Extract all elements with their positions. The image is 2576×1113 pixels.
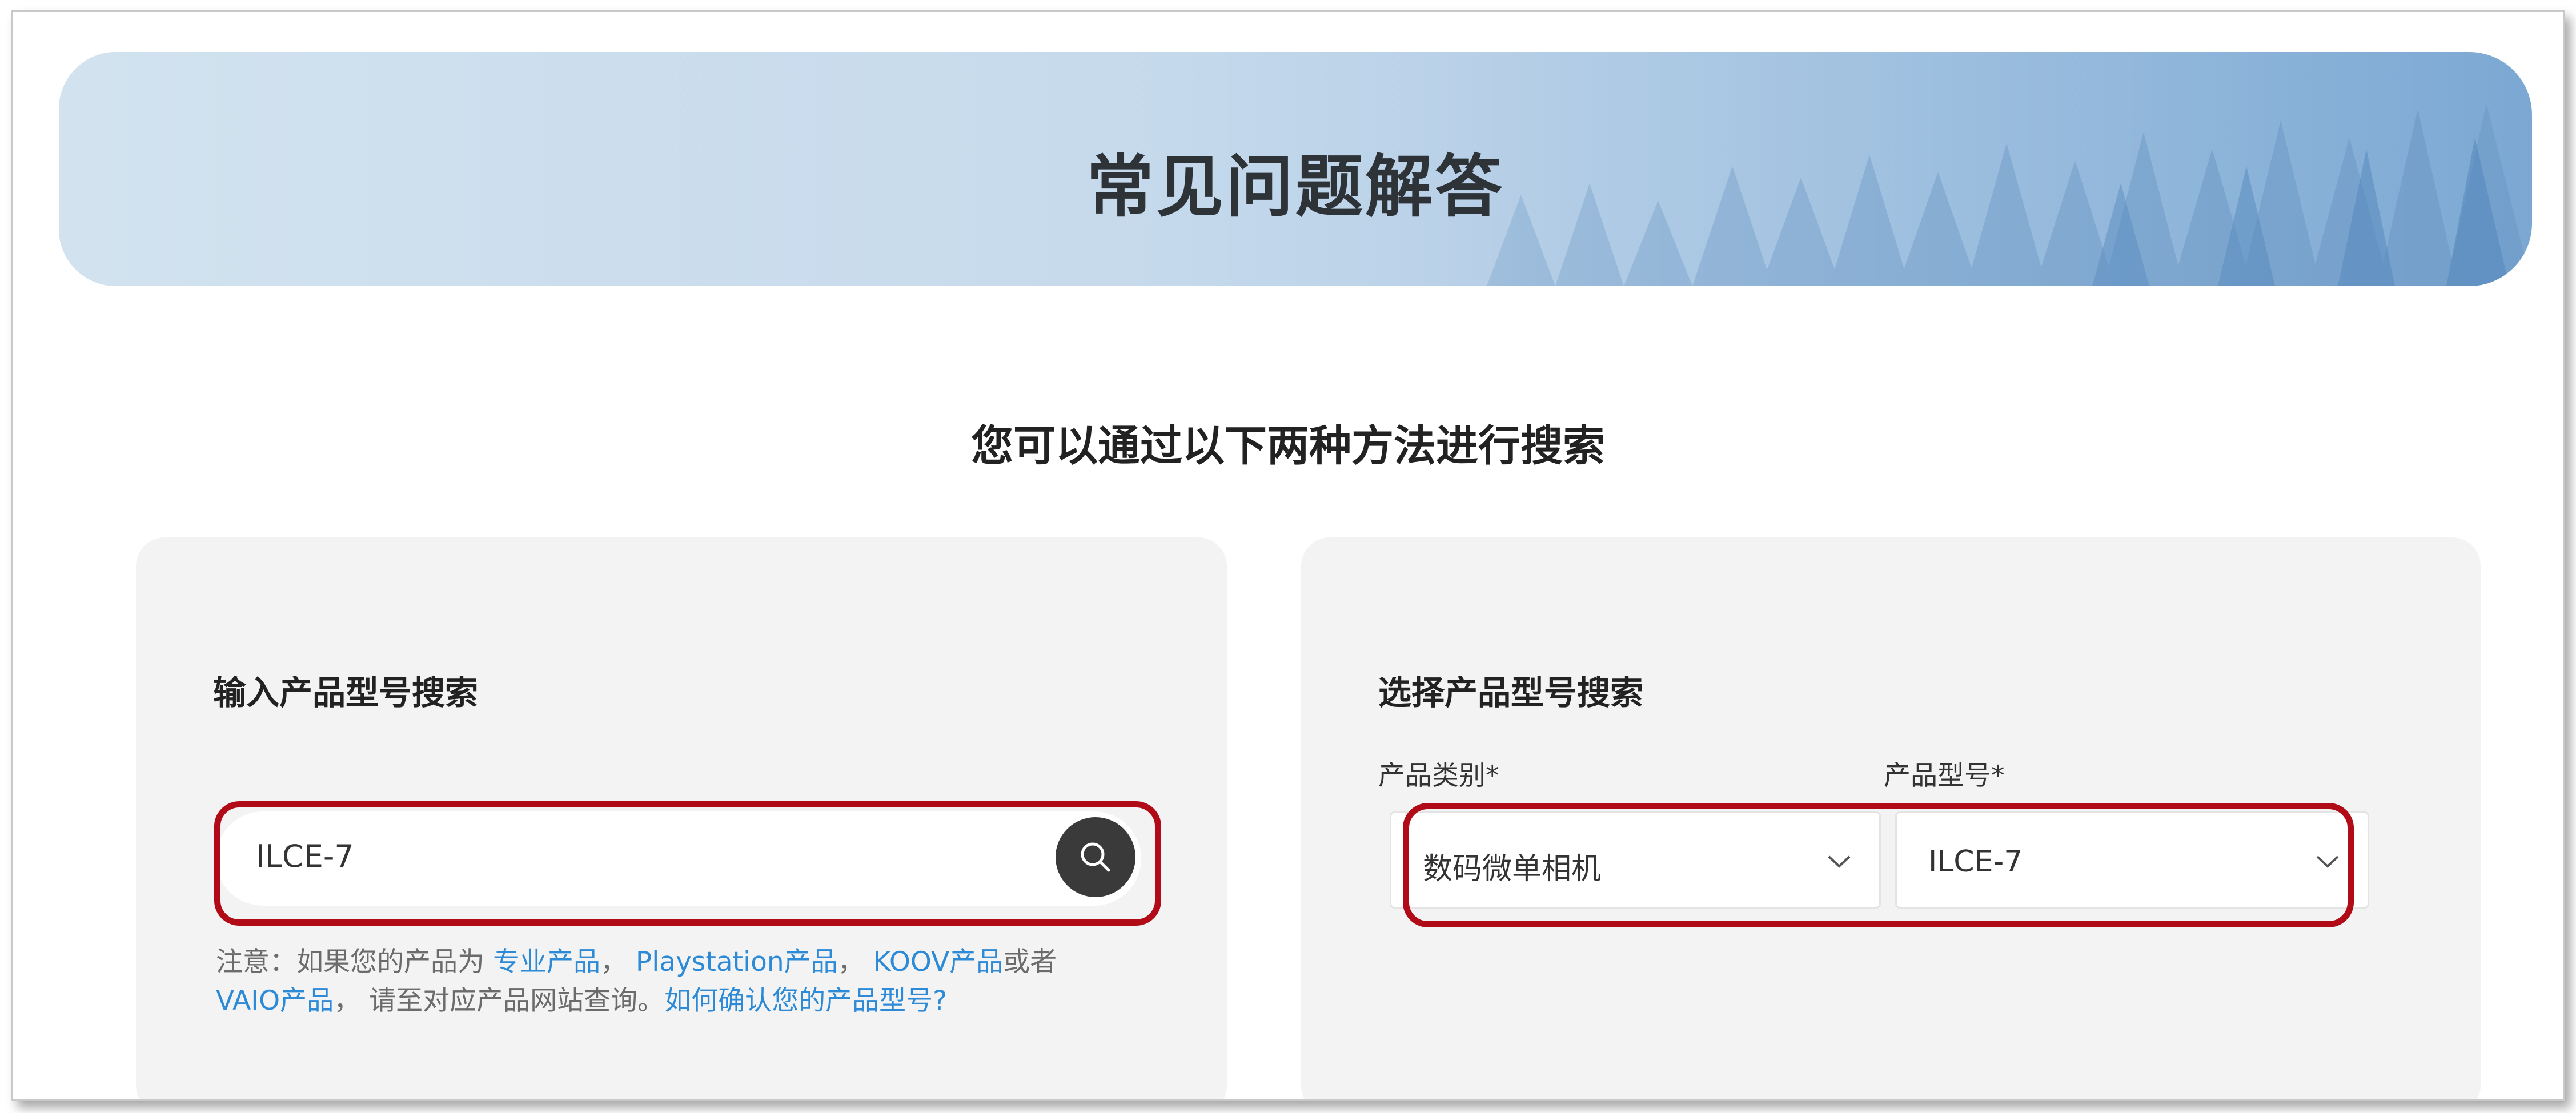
product-note: 注意：如果您的产品为 专业产品， Playstation产品， KOOV产品或者… (216, 943, 1158, 1020)
model-select-search-card: 选择产品型号搜索 产品类别* 产品型号* 数码微单相机 ILCE-7 (1301, 537, 2481, 1099)
note-prefix: 注意：如果您的产品为 (216, 946, 493, 978)
note-or: 或者 (1003, 946, 1057, 978)
chevron-down-icon (2316, 855, 2339, 868)
model-input-search-card: 输入产品型号搜索 ILCE-7 注意：如果您的产品为 专业产品， Playsta… (136, 537, 1227, 1099)
link-playstation-products[interactable]: Playstation产品 (636, 946, 838, 978)
hero-banner: 常见问题解答 (59, 52, 2532, 286)
model-search-input[interactable]: ILCE-7 (216, 811, 1141, 906)
page-title: 常见问题解答 (1086, 147, 1504, 226)
category-selected-value: 数码微单相机 (1423, 852, 1602, 886)
model-selected-value: ILCE-7 (1928, 845, 2023, 879)
category-label: 产品类别* (1378, 760, 1499, 791)
link-koov-products[interactable]: KOOV产品 (873, 946, 1004, 978)
search-input-value: ILCE-7 (256, 838, 354, 874)
card-title-input-search: 输入产品型号搜索 (213, 673, 479, 712)
chevron-down-icon (1828, 855, 1851, 868)
model-select[interactable]: ILCE-7 (1895, 811, 2369, 909)
page-frame: 常见问题解答 您可以通过以下两种方法进行搜索 输入产品型号搜索 ILCE-7 注… (11, 10, 2565, 1101)
card-title-select-search: 选择产品型号搜索 (1378, 673, 1644, 712)
note-suffix: ， 请至对应产品网站查询。 (334, 985, 665, 1016)
link-how-to-find-model[interactable]: 如何确认您的产品型号? (664, 985, 947, 1016)
category-select[interactable]: 数码微单相机 (1390, 811, 1881, 909)
search-icon (1081, 842, 1110, 872)
note-separator: ， (837, 946, 873, 978)
link-vaio-products[interactable]: VAIO产品 (216, 985, 334, 1016)
search-button[interactable] (1056, 817, 1135, 897)
link-pro-products[interactable]: 专业产品 (493, 946, 600, 978)
search-methods-heading: 您可以通过以下两种方法进行搜索 (971, 421, 1605, 471)
note-separator: ， (600, 946, 636, 978)
model-label: 产品型号* (1884, 760, 2005, 791)
